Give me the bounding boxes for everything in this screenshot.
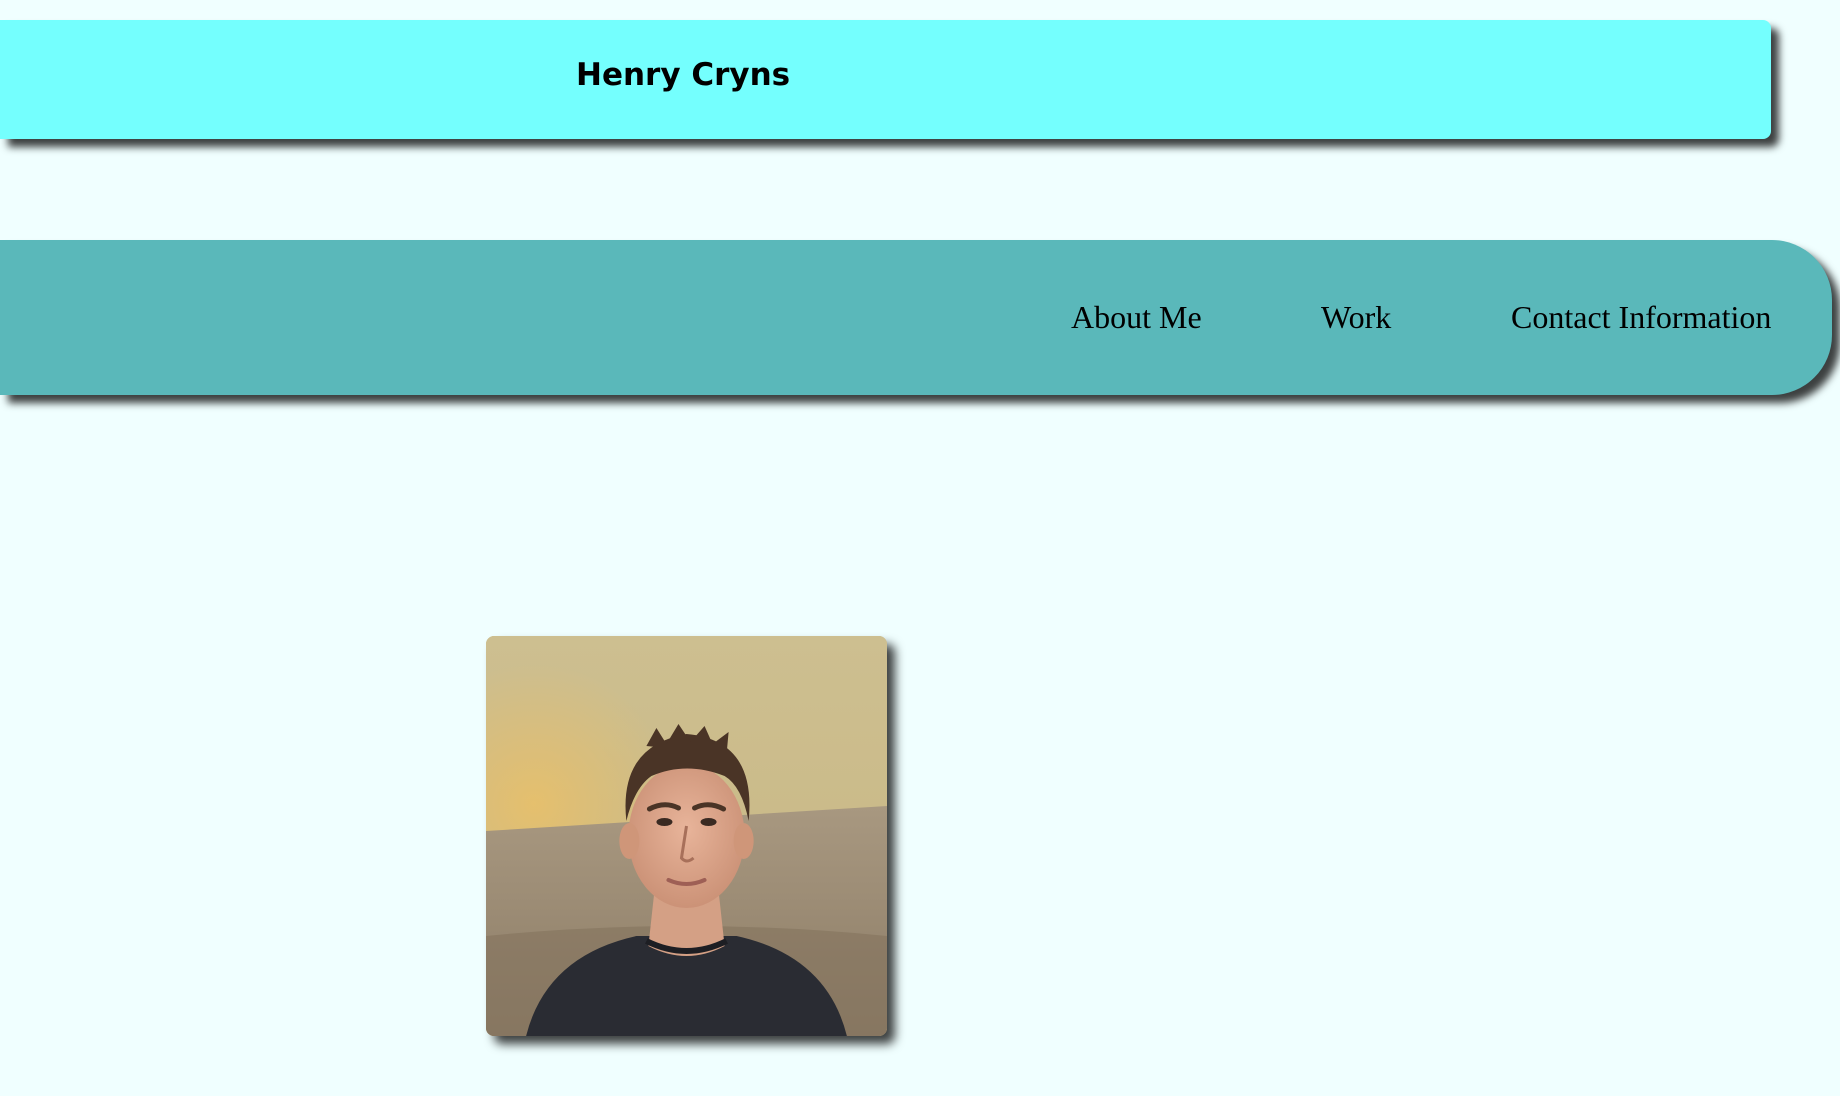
nav-link-contact-information[interactable]: Contact Information bbox=[1511, 240, 1771, 395]
nav-link-work[interactable]: Work bbox=[1321, 240, 1391, 395]
profile-photo bbox=[486, 636, 887, 1036]
site-title: Henry Cryns bbox=[576, 57, 791, 93]
main-nav: About Me Work Contact Information bbox=[0, 240, 1832, 395]
nav-link-about-me[interactable]: About Me bbox=[1071, 240, 1202, 395]
profile-photo-illustration bbox=[486, 636, 887, 1036]
site-header: Henry Cryns bbox=[0, 20, 1771, 139]
